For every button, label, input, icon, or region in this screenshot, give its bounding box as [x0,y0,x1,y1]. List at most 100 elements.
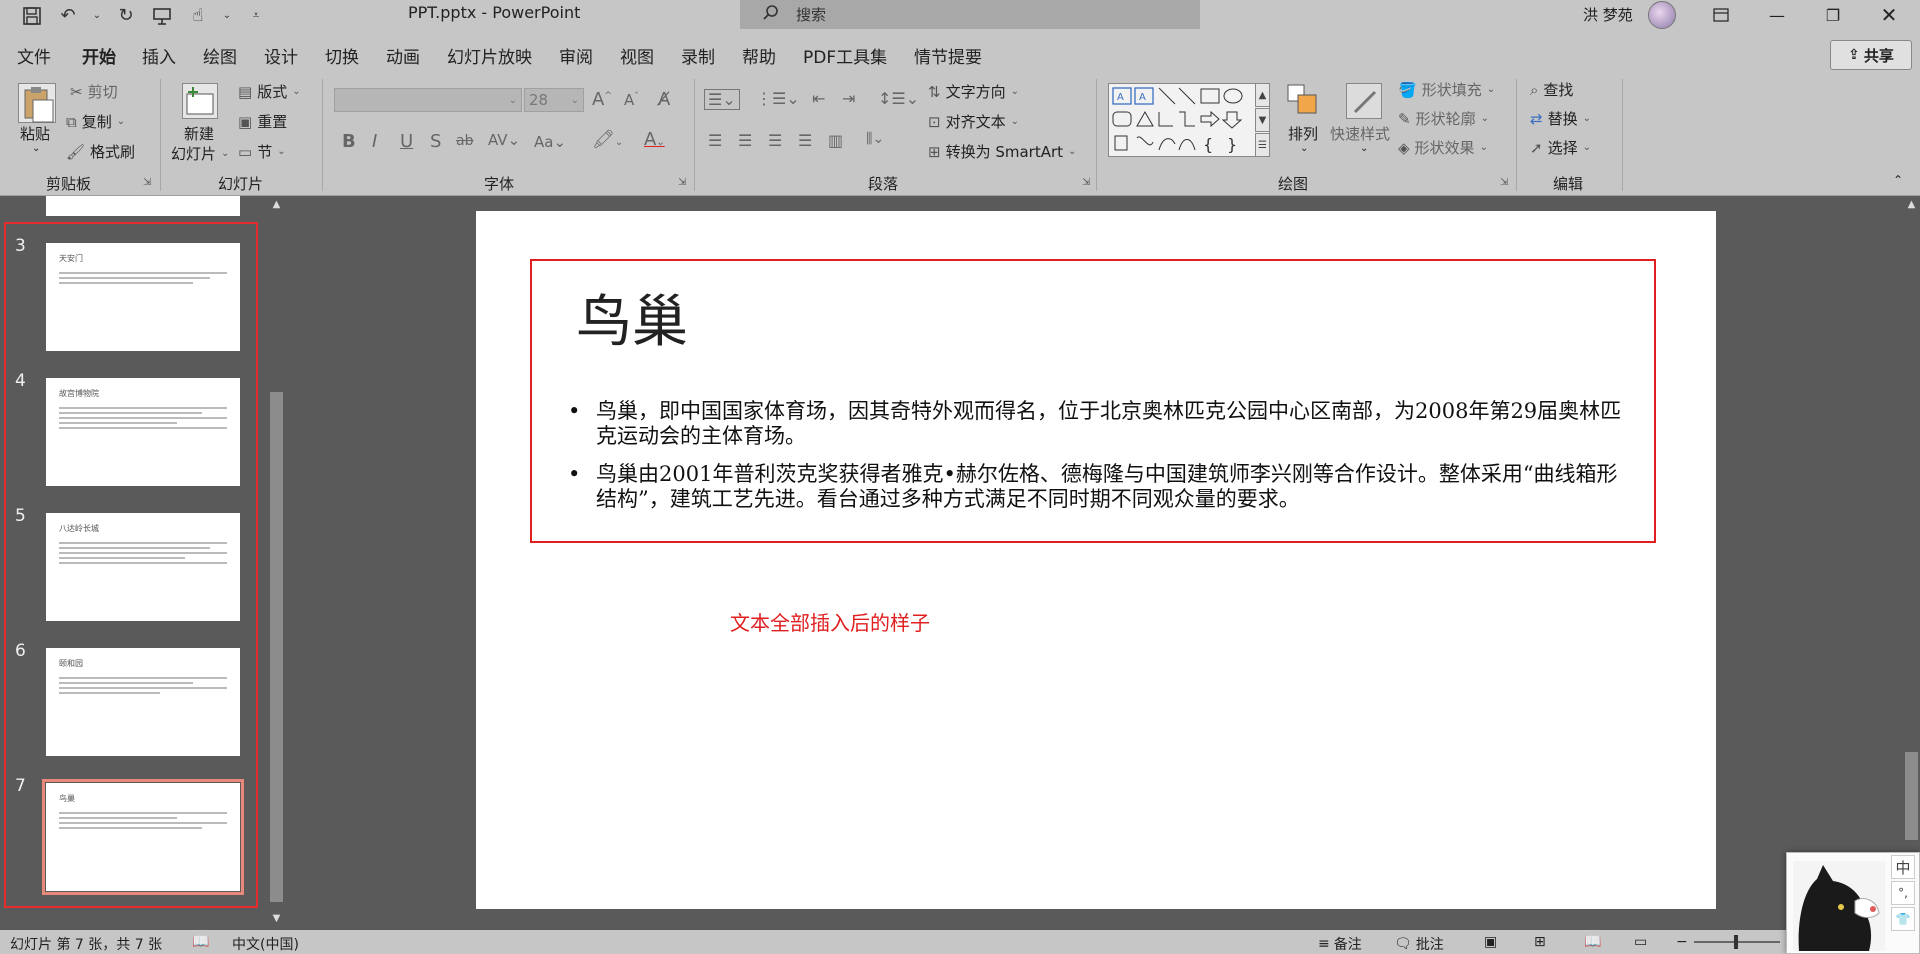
arrange-dropdown-icon[interactable]: ⌄ [1300,143,1308,154]
reading-view-icon[interactable]: 📖 [1584,934,1601,950]
distributed-icon[interactable]: ▥ [828,131,843,150]
underline-icon[interactable]: U [400,131,413,152]
tab-view[interactable]: 视图 [620,43,654,68]
share-button[interactable]: ⇪ 共享 [1830,40,1912,70]
user-name[interactable]: 洪 梦苑 [1583,4,1633,25]
increase-indent-icon[interactable]: ⇥ [842,89,855,108]
arrange-button[interactable]: 排列 [1288,123,1318,144]
tab-insert[interactable]: 插入 [142,43,176,68]
avatar[interactable] [1648,1,1676,29]
clear-formatting-icon[interactable]: A̸ [658,89,670,110]
touch-mode-icon[interactable]: ☝ [186,4,210,28]
tab-design[interactable]: 设计 [264,43,298,68]
shape-effects-button[interactable]: ◈ 形状效果 ⌄ [1398,137,1488,158]
tab-home[interactable]: 开始 [82,43,116,76]
smartart-button[interactable]: ⊞ 转换为 SmartArt ⌄ [928,141,1076,162]
thumbnail-slide-3[interactable]: 天安门 [46,243,240,351]
presentation-icon[interactable] [150,4,174,28]
slide-sorter-icon[interactable]: ⊞ [1534,934,1546,950]
decrease-indent-icon[interactable]: ⇤ [812,89,825,108]
shrink-font-icon[interactable]: Aˇ [624,91,639,109]
font-size-combo[interactable]: 28 ⌄ [524,88,584,112]
dialog-launcher-icon[interactable]: ⇲ [143,177,151,188]
text-direction-button[interactable]: ⇅ 文字方向 ⌄ [928,81,1019,102]
select-button[interactable]: ➚ 选择 ⌄ [1530,137,1591,158]
paste-dropdown-icon[interactable]: ⌄ [32,143,40,154]
zoom-slider[interactable] [1694,935,1780,949]
gallery-more-icon[interactable]: ☰ [1255,133,1270,157]
new-slide-icon[interactable] [182,83,218,119]
reset-button[interactable]: ▣ 重置 [238,111,287,132]
close-icon[interactable]: ✕ [1864,0,1914,30]
bold-icon[interactable]: B [342,131,356,152]
slide-canvas[interactable]: 鸟巢 鸟巢，即中国国家体育场，因其奇特外观而得名，位于北京奥林匹克公园中心区南部… [476,211,1716,909]
accessibility-icon[interactable]: 📖 [192,934,209,950]
thumbnail-slide-5[interactable]: 八达岭长城 [46,513,240,621]
font-name-combo[interactable]: ⌄ [334,88,522,112]
tab-draw[interactable]: 绘图 [203,43,237,68]
thumbnail-slide-4[interactable]: 故宫博物院 [46,378,240,486]
thumbnail-slide-7[interactable]: 鸟巢 [42,779,244,895]
slideshow-view-icon[interactable]: ▭ [1634,934,1647,950]
collapse-ribbon-icon[interactable]: ⌃ [1893,173,1903,187]
tab-animations[interactable]: 动画 [386,43,420,68]
find-button[interactable]: ⌕ 查找 [1530,79,1573,100]
ime-skin-icon[interactable]: 👕 [1891,907,1915,931]
justify-icon[interactable]: ☰ [798,131,812,150]
scroll-up-icon[interactable]: ▲ [1903,196,1920,213]
thumbnail-scrollbar[interactable]: ▲ ▼ [268,196,285,930]
change-case-icon[interactable]: Aa⌄ [534,133,566,151]
grow-font-icon[interactable]: A^ [592,89,612,110]
tab-transitions[interactable]: 切换 [325,43,359,68]
paste-button[interactable]: 粘贴 [20,123,50,144]
arrange-icon[interactable] [1286,83,1322,119]
minimize-icon[interactable]: — [1752,0,1802,30]
align-text-button[interactable]: ⊡ 对齐文本 ⌄ [928,111,1019,132]
quick-styles-button[interactable]: 快速样式 [1330,123,1390,144]
numbering-icon[interactable]: ⋮☰⌄ [756,89,800,108]
shapes-gallery[interactable]: A A { } [1108,83,1270,157]
cut-button[interactable]: ✂ 剪切 [70,81,118,102]
quick-styles-icon[interactable] [1346,83,1382,119]
thumbnail-slide-6[interactable]: 颐和园 [46,648,240,756]
highlight-icon[interactable]: 🖍⌄ [592,129,623,150]
shadow-icon[interactable]: S [430,131,441,152]
zoom-slider-thumb[interactable] [1734,935,1738,949]
dialog-launcher-icon[interactable]: ⇲ [678,177,686,188]
italic-icon[interactable]: I [372,131,377,152]
tab-review[interactable]: 审阅 [559,43,593,68]
dialog-launcher-icon[interactable]: ⇲ [1082,177,1090,188]
new-slide-button[interactable]: 幻灯片 ⌄ [171,143,229,164]
char-spacing-icon[interactable]: AV⌄ [488,131,520,149]
ribbon-display-icon[interactable] [1696,0,1746,30]
columns-icon[interactable]: ⫼⌄ [866,131,884,147]
redo-icon[interactable]: ↻ [114,4,138,28]
tab-slideshow[interactable]: 幻灯片放映 [447,43,532,68]
shape-fill-button[interactable]: 🪣 形状填充 ⌄ [1398,79,1495,100]
language-indicator[interactable]: 中文(中国) [232,934,299,954]
paste-icon[interactable] [18,83,56,123]
copy-button[interactable]: ⧉ 复制 ⌄ [66,111,125,132]
ime-punct-button[interactable]: °, [1891,881,1915,905]
slide-caption[interactable]: 文本全部插入后的样子 [730,607,930,636]
replace-button[interactable]: ⇄ 替换 ⌄ [1530,108,1591,129]
bullets-icon[interactable]: ☰⌄ [704,89,740,110]
tab-file[interactable]: 文件 [17,43,51,68]
tab-pdf-tools[interactable]: PDF工具集 [803,43,887,68]
undo-icon[interactable]: ↶ [56,4,80,28]
tab-storyboard[interactable]: 情节提要 [914,43,982,68]
align-right-icon[interactable]: ☰ [768,131,782,150]
quick-styles-dropdown-icon[interactable]: ⌄ [1360,143,1368,154]
thumbnail-partial[interactable] [46,196,240,216]
touch-dropdown-icon[interactable]: ⌄ [222,4,232,28]
normal-view-icon[interactable]: ▣ [1484,934,1497,950]
slide-title[interactable]: 鸟巢 [576,277,688,358]
undo-dropdown-icon[interactable]: ⌄ [92,4,102,28]
slide-bullets[interactable]: 鸟巢，即中国国家体育场，因其奇特外观而得名，位于北京奥林匹克公园中心区南部，为2… [568,399,1628,525]
notes-button[interactable]: ≡ 备注 [1318,934,1362,954]
comments-button[interactable]: 🗨 批注 [1394,934,1444,954]
font-color-icon[interactable]: A⌄ [644,129,665,150]
search-box[interactable]: 搜索 [740,0,1200,29]
customize-qat-icon[interactable]: ⩡ [244,4,268,28]
gallery-down-icon[interactable]: ▼ [1255,108,1270,132]
